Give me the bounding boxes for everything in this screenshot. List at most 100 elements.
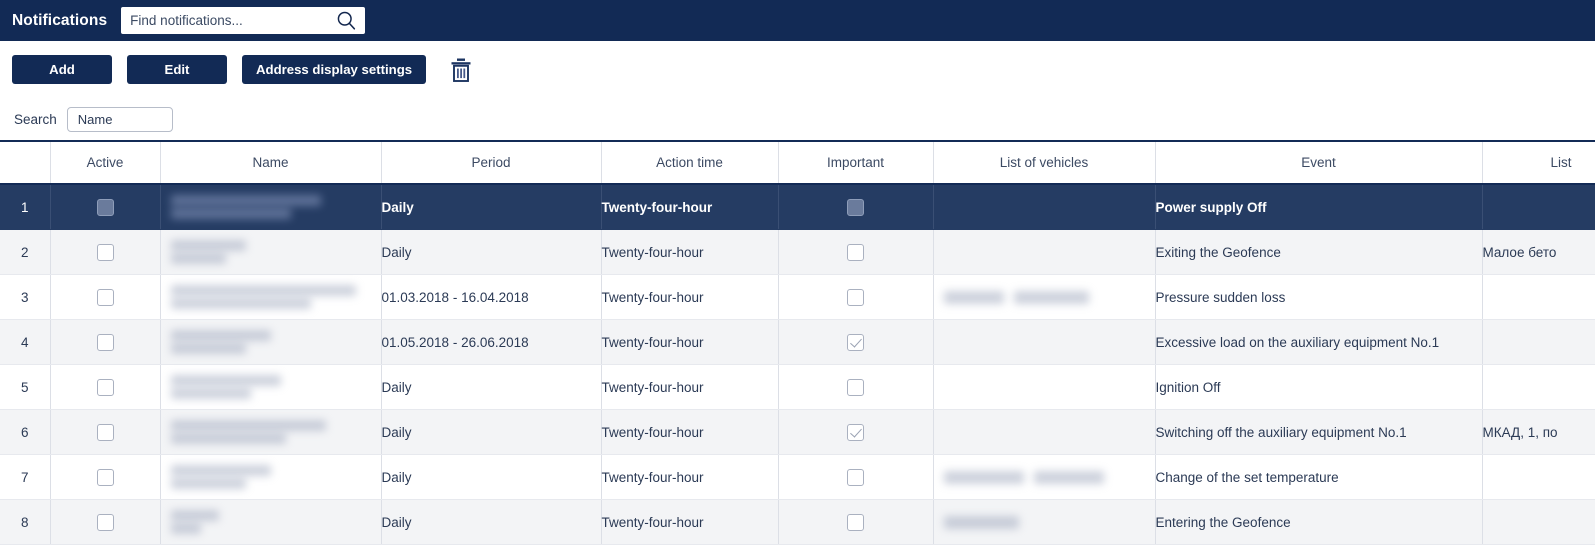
column-header-index[interactable] bbox=[0, 142, 51, 185]
cell-active[interactable] bbox=[50, 454, 161, 500]
cell-event: Power supply Off bbox=[1155, 184, 1483, 230]
redacted-text bbox=[161, 420, 381, 444]
cell-important[interactable] bbox=[778, 319, 934, 365]
cell-important[interactable] bbox=[778, 499, 934, 545]
active-checkbox[interactable] bbox=[96, 243, 114, 261]
redacted-line bbox=[170, 330, 271, 341]
active-checkbox[interactable] bbox=[96, 513, 114, 531]
active-checkbox[interactable] bbox=[96, 333, 114, 351]
redacted-text bbox=[161, 510, 381, 534]
column-header-list[interactable]: List bbox=[1482, 142, 1595, 185]
cell-list-of-vehicles bbox=[933, 184, 1156, 230]
cell-list bbox=[1482, 319, 1595, 365]
column-header-event[interactable]: Event bbox=[1155, 142, 1483, 185]
important-checkbox[interactable] bbox=[847, 333, 864, 351]
cell-important[interactable] bbox=[778, 364, 934, 410]
active-checkbox[interactable] bbox=[96, 288, 114, 306]
cell-name bbox=[160, 319, 382, 365]
active-checkbox[interactable] bbox=[96, 468, 114, 486]
table-row[interactable]: 6 Daily Twenty-four-hour Switching off the … bbox=[0, 409, 1595, 455]
cell-list: МКАД, 1, по bbox=[1482, 409, 1595, 455]
row-index: 1 bbox=[0, 184, 51, 230]
search-field-select[interactable]: Name bbox=[66, 106, 173, 132]
cell-important[interactable] bbox=[778, 454, 934, 500]
notifications-table-container[interactable]: Active Name Period Action time Important… bbox=[0, 140, 1595, 545]
cell-action-time: Twenty-four-hour bbox=[601, 364, 779, 410]
important-checkbox[interactable] bbox=[847, 198, 864, 216]
table-row[interactable]: 7 Daily Twenty-four-hour Change of the set … bbox=[0, 454, 1595, 500]
column-header-list-of-vehicles[interactable]: List of vehicles bbox=[933, 142, 1156, 185]
redacted-line bbox=[170, 343, 246, 354]
row-index: 6 bbox=[0, 409, 51, 455]
redacted-text bbox=[934, 514, 1155, 531]
search-input[interactable] bbox=[121, 6, 333, 35]
cell-important[interactable] bbox=[778, 409, 934, 455]
cell-active[interactable] bbox=[50, 184, 161, 230]
important-checkbox[interactable] bbox=[847, 378, 864, 396]
redacted-text bbox=[161, 240, 381, 264]
redacted-line bbox=[170, 253, 226, 264]
search-field-select-value: Name bbox=[77, 111, 113, 127]
cell-name bbox=[160, 184, 382, 230]
important-checkbox[interactable] bbox=[847, 468, 864, 486]
table-row[interactable]: 3 01.03.2018 - 16.04.2018 Twenty-four-hour… bbox=[0, 274, 1595, 320]
active-checkbox[interactable] bbox=[96, 423, 114, 441]
cell-active[interactable] bbox=[50, 364, 161, 410]
cell-action-time: Twenty-four-hour bbox=[601, 454, 779, 500]
cell-active[interactable] bbox=[50, 499, 161, 545]
important-checkbox[interactable] bbox=[847, 513, 864, 531]
edit-button[interactable]: Edit bbox=[127, 55, 227, 84]
redacted-line bbox=[170, 298, 311, 309]
cell-event: Exiting the Geofence bbox=[1155, 229, 1483, 275]
cell-list-of-vehicles bbox=[933, 229, 1156, 275]
search-icon[interactable] bbox=[336, 10, 357, 31]
cell-active[interactable] bbox=[50, 409, 161, 455]
row-index: 5 bbox=[0, 364, 51, 410]
toolbar: Add Edit Address display settings bbox=[0, 41, 1595, 98]
delete-button[interactable] bbox=[448, 56, 474, 84]
cell-active[interactable] bbox=[50, 274, 161, 320]
table-row[interactable]: 8 Daily Twenty-four-hour Entering the Geofe… bbox=[0, 499, 1595, 545]
active-checkbox[interactable] bbox=[96, 198, 114, 216]
column-header-active[interactable]: Active bbox=[50, 142, 161, 185]
redacted-line bbox=[170, 388, 251, 399]
redacted-line bbox=[170, 420, 326, 431]
important-checkbox[interactable] bbox=[847, 288, 864, 306]
cell-event: Excessive load on the auxiliary equipmen… bbox=[1155, 319, 1483, 365]
cell-active[interactable] bbox=[50, 319, 161, 365]
cell-period: Daily bbox=[381, 229, 602, 275]
redacted-text bbox=[934, 289, 1155, 306]
cell-list bbox=[1482, 184, 1595, 230]
column-header-action-time[interactable]: Action time bbox=[601, 142, 779, 185]
table-row[interactable]: 4 01.05.2018 - 26.06.2018 Twenty-four-hour… bbox=[0, 319, 1595, 365]
add-button[interactable]: Add bbox=[12, 55, 112, 84]
cell-important[interactable] bbox=[778, 274, 934, 320]
column-header-period[interactable]: Period bbox=[381, 142, 602, 185]
column-header-name[interactable]: Name bbox=[160, 142, 382, 185]
cell-action-time: Twenty-four-hour bbox=[601, 409, 779, 455]
cell-action-time: Twenty-four-hour bbox=[601, 274, 779, 320]
redacted-line bbox=[170, 478, 246, 489]
table-row[interactable]: 2 Daily Twenty-four-hour Exiting the Geofen… bbox=[0, 229, 1595, 275]
notification-search[interactable] bbox=[121, 6, 366, 35]
cell-important[interactable] bbox=[778, 229, 934, 275]
trash-icon bbox=[451, 58, 471, 82]
page-title: Notifications bbox=[12, 11, 108, 29]
table-row[interactable]: 5 Daily Twenty-four-hour Ignition Off bbox=[0, 364, 1595, 410]
redacted-line bbox=[170, 285, 356, 296]
important-checkbox[interactable] bbox=[847, 423, 864, 441]
table-row[interactable]: 1 Daily Twenty-four-hour Power supply Off bbox=[0, 184, 1595, 230]
active-checkbox[interactable] bbox=[96, 378, 114, 396]
cell-important[interactable] bbox=[778, 184, 934, 230]
cell-action-time: Twenty-four-hour bbox=[601, 184, 779, 230]
important-checkbox[interactable] bbox=[847, 243, 864, 261]
column-header-important[interactable]: Important bbox=[778, 142, 934, 185]
cell-list-of-vehicles bbox=[933, 454, 1156, 500]
address-display-settings-button[interactable]: Address display settings bbox=[242, 55, 427, 84]
cell-action-time: Twenty-four-hour bbox=[601, 319, 779, 365]
cell-event: Entering the Geofence bbox=[1155, 499, 1483, 545]
cell-period: Daily bbox=[381, 184, 602, 230]
cell-active[interactable] bbox=[50, 229, 161, 275]
row-index: 8 bbox=[0, 499, 51, 545]
redacted-line bbox=[943, 290, 1004, 304]
